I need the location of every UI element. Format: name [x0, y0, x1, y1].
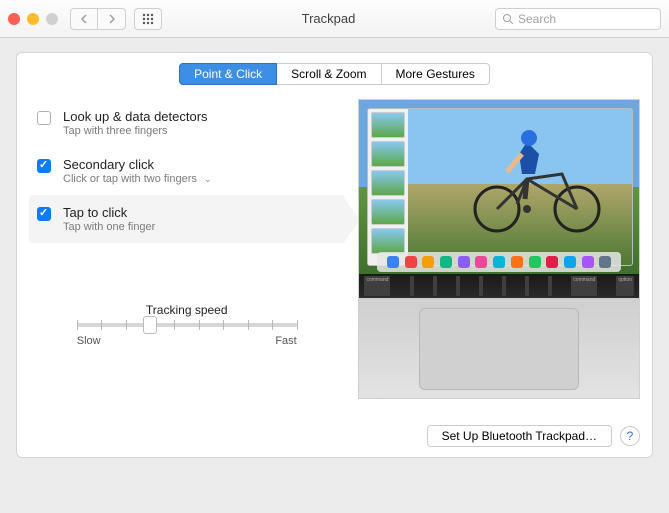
slider-thumb[interactable]: [143, 316, 157, 334]
body: Look up & data detectors Tap with three …: [29, 99, 640, 399]
titlebar: Trackpad Search: [0, 0, 669, 38]
option-secondary-click[interactable]: Secondary click Click or tap with two fi…: [29, 147, 344, 195]
dock-icon: [599, 256, 611, 268]
slider-max-label: Fast: [275, 335, 296, 347]
preview-app-window: [367, 108, 633, 266]
dock-icon: [564, 256, 576, 268]
dock: [377, 252, 621, 272]
preview-laptop-body: [359, 298, 639, 399]
window-title: Trackpad: [162, 11, 495, 26]
forward-button[interactable]: [98, 8, 126, 30]
chevron-right-icon: [108, 14, 116, 24]
option-title: Tap to click: [63, 205, 155, 220]
dock-icon: [405, 256, 417, 268]
panel: Point & Click Scroll & Zoom More Gesture…: [16, 52, 653, 458]
preview-trackpad: [419, 308, 579, 390]
dock-icon: [493, 256, 505, 268]
option-title: Secondary click: [63, 157, 212, 172]
dock-icon: [529, 256, 541, 268]
back-button[interactable]: [70, 8, 98, 30]
close-button[interactable]: [8, 13, 20, 25]
nav-buttons: [70, 8, 126, 30]
content: Point & Click Scroll & Zoom More Gesture…: [0, 38, 669, 474]
search-icon: [502, 13, 514, 25]
traffic-lights: [8, 13, 58, 25]
preview-keyboard: commandcommandoption: [359, 274, 639, 298]
tab-bar: Point & Click Scroll & Zoom More Gesture…: [29, 63, 640, 85]
gesture-preview: commandcommandoption: [358, 99, 640, 399]
chevron-down-icon: ⌄: [204, 174, 212, 184]
search-placeholder: Search: [518, 12, 556, 26]
tab-point-click[interactable]: Point & Click: [179, 63, 277, 85]
tab-more-gestures[interactable]: More Gestures: [381, 63, 490, 85]
tab-scroll-zoom[interactable]: Scroll & Zoom: [277, 63, 380, 85]
slider-min-label: Slow: [77, 335, 101, 347]
option-subtitle: Tap with three fingers: [63, 125, 208, 137]
slider-label: Tracking speed: [29, 303, 344, 317]
help-button[interactable]: ?: [620, 426, 640, 446]
show-all-button[interactable]: [134, 8, 162, 30]
dock-icon: [422, 256, 434, 268]
dock-icon: [475, 256, 487, 268]
option-subtitle: Tap with one finger: [63, 221, 155, 233]
cyclist-illustration: [467, 124, 607, 234]
checkbox-lookup[interactable]: [37, 111, 51, 125]
option-title: Look up & data detectors: [63, 109, 208, 124]
preview-screen: [359, 100, 639, 274]
dock-icon: [511, 256, 523, 268]
chevron-left-icon: [80, 14, 88, 24]
option-lookup[interactable]: Look up & data detectors Tap with three …: [29, 99, 344, 147]
zoom-button: [46, 13, 58, 25]
options-column: Look up & data detectors Tap with three …: [29, 99, 344, 399]
grid-icon: [142, 13, 154, 25]
checkbox-tap[interactable]: [37, 207, 51, 221]
search-field[interactable]: Search: [495, 8, 661, 30]
footer: Set Up Bluetooth Trackpad… ?: [427, 425, 640, 447]
preview-photo: [408, 109, 632, 265]
slider[interactable]: Slow Fast: [77, 323, 297, 347]
dock-icon: [440, 256, 452, 268]
dock-icon: [582, 256, 594, 268]
dock-icon: [546, 256, 558, 268]
checkbox-secondary[interactable]: [37, 159, 51, 173]
tracking-speed-section: Tracking speed Slow Fast: [29, 303, 344, 347]
option-tap-to-click[interactable]: Tap to click Tap with one finger: [29, 195, 344, 243]
bluetooth-trackpad-button[interactable]: Set Up Bluetooth Trackpad…: [427, 425, 612, 447]
dock-icon: [387, 256, 399, 268]
minimize-button[interactable]: [27, 13, 39, 25]
slider-track: [77, 323, 297, 327]
dock-icon: [458, 256, 470, 268]
option-subtitle[interactable]: Click or tap with two fingers ⌄: [63, 173, 212, 185]
